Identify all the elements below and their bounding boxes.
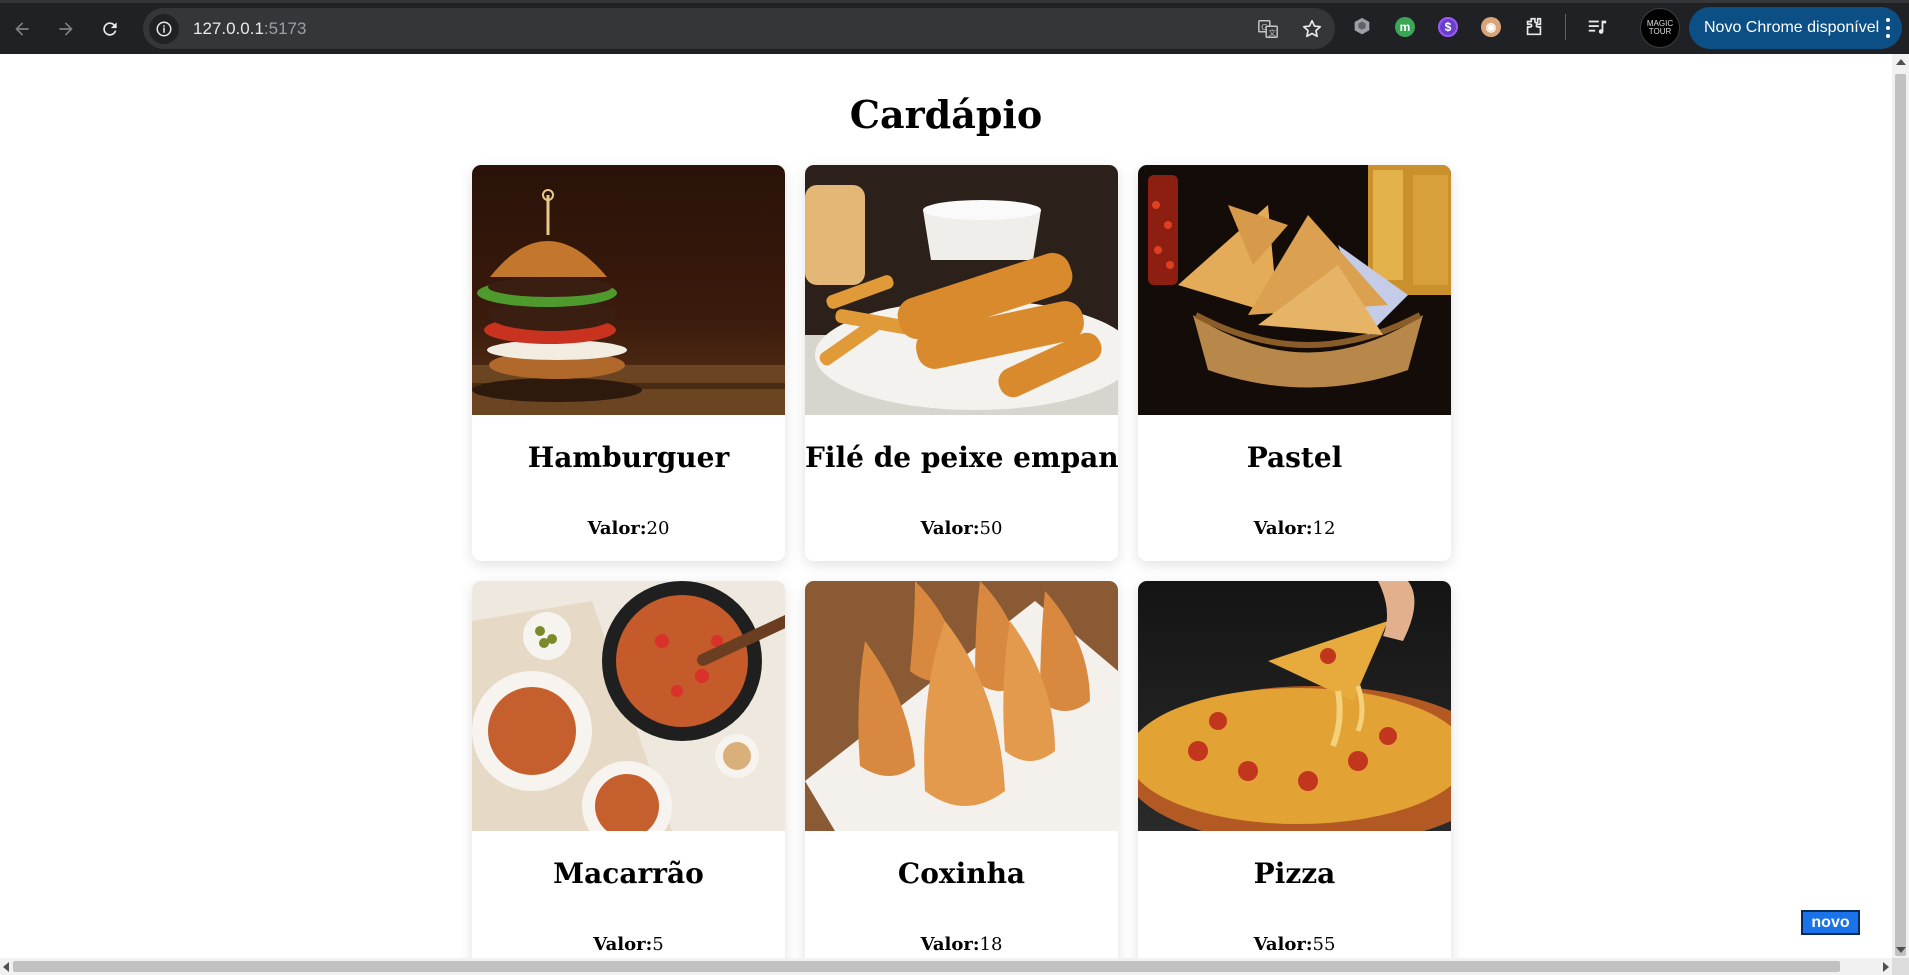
translate-icon[interactable]: G文	[1257, 18, 1279, 40]
reading-list-button[interactable]	[1585, 15, 1609, 39]
menu-card[interactable]: Hamburguer Valor:20	[472, 165, 785, 561]
item-price: Valor:55	[1138, 934, 1451, 955]
address-bar[interactable]: 127.0.0.1:5173 G文	[143, 8, 1335, 49]
menu-card[interactable]: Filé de peixe empanado Valor:50	[805, 165, 1118, 561]
item-name: Coxinha	[897, 857, 1026, 890]
menu-kebab-icon	[1886, 18, 1890, 38]
scroll-up-icon[interactable]	[1896, 59, 1906, 65]
coxinha-image	[805, 581, 1118, 831]
chrome-update-button[interactable]: Novo Chrome disponível	[1689, 7, 1902, 49]
extensions-button[interactable]	[1522, 15, 1546, 39]
price-label: Valor:	[587, 518, 647, 539]
horizontal-scrollbar[interactable]	[0, 958, 1892, 975]
fish-fillet-image	[805, 165, 1118, 415]
url-text[interactable]: 127.0.0.1:5173	[193, 19, 306, 39]
extension-green[interactable]: m	[1393, 15, 1417, 39]
menu-card[interactable]: Pastel Valor:12	[1138, 165, 1451, 561]
back-icon	[15, 21, 29, 36]
item-price: Valor:18	[805, 934, 1118, 955]
extensions-area: m $ ◉	[1350, 3, 1609, 51]
price-value: 20	[646, 518, 670, 539]
scrollbar-corner	[1892, 958, 1909, 975]
bookmark-star-icon[interactable]	[1301, 18, 1323, 40]
url-port: :5173	[263, 18, 307, 38]
item-name: Hamburguer	[527, 441, 730, 474]
extension-shield[interactable]	[1350, 15, 1374, 39]
menu-grid: Hamburguer Valor:20 Filé de peixe empan …	[472, 165, 1451, 975]
menu-card[interactable]: Pizza Valor:55	[1138, 581, 1451, 975]
vertical-scroll-thumb[interactable]	[1895, 74, 1906, 956]
scroll-left-icon[interactable]	[3, 962, 9, 972]
item-name: Filé de peixe empanado	[805, 441, 1118, 474]
item-name: Pizza	[1253, 857, 1336, 890]
browser-toolbar: 127.0.0.1:5173 G文 m $ ◉ MAGIC TOUR Novo …	[0, 0, 1909, 54]
site-info-icon	[156, 21, 172, 36]
pasta-image	[472, 581, 785, 831]
profile-avatar[interactable]: MAGIC TOUR	[1640, 8, 1680, 48]
item-price: Valor:20	[472, 518, 785, 539]
forward-icon	[59, 21, 73, 36]
price-label: Valor:	[1253, 518, 1313, 539]
price-value: 5	[652, 934, 664, 955]
novo-badge[interactable]: novo	[1801, 910, 1860, 935]
price-value: 18	[979, 934, 1003, 955]
menu-card[interactable]: Coxinha Valor:18	[805, 581, 1118, 975]
extension-purple[interactable]: $	[1436, 15, 1460, 39]
back-button[interactable]	[0, 7, 44, 51]
forward-button[interactable]	[44, 7, 88, 51]
page-title: Cardápio	[849, 92, 1043, 137]
price-value: 12	[1312, 518, 1336, 539]
reload-button[interactable]	[88, 7, 132, 51]
item-price: Valor:5	[472, 934, 785, 955]
price-label: Valor:	[920, 518, 980, 539]
scroll-right-icon[interactable]	[1883, 962, 1889, 972]
price-label: Valor:	[593, 934, 653, 955]
svg-text:文: 文	[1268, 28, 1276, 37]
price-value: 50	[979, 518, 1003, 539]
extensions-icon	[1526, 17, 1542, 36]
update-label: Novo Chrome disponível	[1704, 19, 1880, 36]
toolbar-divider	[1565, 14, 1566, 40]
pizza-image	[1138, 581, 1451, 831]
hamburger-image	[472, 165, 785, 415]
price-value: 55	[1312, 934, 1336, 955]
item-price: Valor:12	[1138, 518, 1451, 539]
profile-text: MAGIC TOUR	[1646, 19, 1674, 36]
green-extension-icon: m	[1395, 17, 1415, 37]
price-label: Valor:	[1253, 934, 1313, 955]
item-name: Pastel	[1246, 441, 1343, 474]
reload-icon	[103, 21, 117, 36]
scroll-down-icon[interactable]	[1896, 947, 1906, 953]
horizontal-scroll-thumb[interactable]	[13, 961, 1840, 972]
item-name: Macarrão	[553, 857, 704, 890]
price-label: Valor:	[920, 934, 980, 955]
extension-face[interactable]: ◉	[1479, 15, 1503, 39]
item-price: Valor:50	[805, 518, 1118, 539]
url-host: 127.0.0.1	[193, 18, 264, 38]
pastel-image	[1138, 165, 1451, 415]
dollar-extension-icon: $	[1438, 17, 1458, 37]
menu-card[interactable]: Macarrão Valor:5	[472, 581, 785, 975]
reading-list-icon	[1588, 20, 1607, 34]
shield-extension-icon	[1354, 17, 1370, 35]
vertical-scrollbar[interactable]	[1892, 54, 1909, 958]
site-info-button[interactable]	[149, 13, 179, 44]
face-extension-icon: ◉	[1481, 17, 1501, 37]
